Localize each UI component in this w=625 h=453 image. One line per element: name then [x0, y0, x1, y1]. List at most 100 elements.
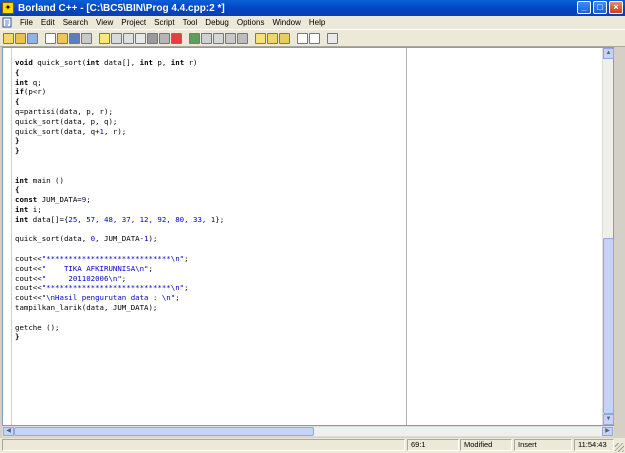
replace-icon[interactable]: [279, 32, 290, 44]
menu-options[interactable]: Options: [233, 18, 269, 27]
code-line[interactable]: [15, 156, 405, 166]
code-line[interactable]: [15, 166, 405, 176]
code-line[interactable]: {: [15, 97, 405, 107]
menu-edit[interactable]: Edit: [37, 18, 59, 27]
code-line[interactable]: cout<<"\nHasil pengurutan data : \n";: [15, 293, 405, 303]
code-line[interactable]: int main (): [15, 176, 405, 186]
code-line[interactable]: {: [15, 68, 405, 78]
maximize-button[interactable]: □: [593, 1, 607, 14]
code-line[interactable]: const JUM_DATA=9;: [15, 195, 405, 205]
minimize-button[interactable]: _: [577, 1, 591, 14]
trace-into-icon[interactable]: [159, 32, 170, 44]
search-again-icon[interactable]: [267, 32, 278, 44]
code-token: int: [15, 77, 29, 87]
code-token: ;: [175, 293, 180, 303]
project-icon[interactable]: [3, 32, 14, 44]
open-file-icon[interactable]: [57, 32, 68, 44]
code-line[interactable]: void quick_sort(int data[], int p, int r…: [15, 58, 405, 68]
code-line[interactable]: int i;: [15, 205, 405, 215]
cut-icon[interactable]: [201, 32, 212, 44]
scroll-down-button[interactable]: ▼: [603, 414, 614, 425]
editor-gutter[interactable]: [3, 48, 12, 425]
code-line[interactable]: }: [15, 332, 405, 342]
code-line[interactable]: tampilkan_larik(data, JUM_DATA);: [15, 303, 405, 313]
menu-file[interactable]: File: [16, 18, 37, 27]
breakpoint-icon[interactable]: [171, 32, 182, 44]
code-text[interactable]: void quick_sort(int data[], int p, int r…: [15, 58, 405, 342]
code-editor[interactable]: void quick_sort(int data[], int p, int r…: [2, 47, 614, 426]
menu-help[interactable]: Help: [305, 18, 329, 27]
code-token: };: [215, 214, 225, 224]
borland-app-icon[interactable]: ✦: [2, 2, 14, 14]
code-token: quick_sort(data, q+: [15, 126, 100, 136]
step-over-icon[interactable]: [147, 32, 158, 44]
code-token: int: [170, 58, 185, 67]
code-line[interactable]: cout<<" TIKA AFKIRUNNISA\n";: [15, 264, 405, 274]
horizontal-scroll-thumb[interactable]: [14, 427, 314, 436]
menu-search[interactable]: Search: [59, 18, 92, 27]
code-line[interactable]: int q;: [15, 78, 405, 88]
open-project-icon[interactable]: [15, 32, 26, 44]
project-window-icon[interactable]: [309, 32, 320, 44]
document-icon[interactable]: [2, 17, 13, 28]
code-token: quick_sort(data, p, q);: [15, 116, 118, 126]
code-line[interactable]: quick_sort(data, q+1, r);: [15, 127, 405, 137]
compile-icon[interactable]: [99, 32, 110, 44]
code-token: if: [15, 87, 24, 97]
code-token: {: [15, 97, 20, 107]
menu-view[interactable]: View: [92, 18, 117, 27]
code-token: {: [15, 67, 20, 77]
message-window-icon[interactable]: [297, 32, 308, 44]
copy-icon[interactable]: [213, 32, 224, 44]
run-icon[interactable]: [135, 32, 146, 44]
code-line[interactable]: cout<<"****************************\n";: [15, 283, 405, 293]
code-line[interactable]: [15, 225, 405, 235]
menu-script[interactable]: Script: [150, 18, 178, 27]
vertical-scrollbar[interactable]: ▲ ▼: [602, 48, 614, 425]
vertical-scroll-thumb[interactable]: [603, 238, 614, 414]
search-icon[interactable]: [255, 32, 266, 44]
menu-debug[interactable]: Debug: [201, 18, 233, 27]
horizontal-scrollbar[interactable]: ◀ ▶: [2, 426, 614, 437]
build-icon[interactable]: [123, 32, 134, 44]
code-line[interactable]: q=partisi(data, p, r);: [15, 107, 405, 117]
help-icon[interactable]: [327, 32, 338, 44]
code-token: cout<<: [15, 253, 42, 263]
new-file-icon[interactable]: [45, 32, 56, 44]
code-line[interactable]: cout<<" 201102006\n";: [15, 274, 405, 284]
scroll-right-button[interactable]: ▶: [602, 427, 613, 436]
code-token: "****************************\n": [41, 253, 185, 263]
code-line[interactable]: [15, 244, 405, 254]
code-line[interactable]: getche ();: [15, 323, 405, 333]
code-line[interactable]: }: [15, 136, 405, 146]
save-file-icon[interactable]: [69, 32, 80, 44]
code-token: " 201102006\n": [41, 273, 122, 283]
code-token: ;: [86, 195, 91, 205]
code-token: const: [15, 195, 38, 205]
window-title: Borland C++ - [C:\BC5\BIN\Prog 4.4.cpp:2…: [18, 2, 225, 14]
scroll-up-button[interactable]: ▲: [603, 48, 614, 59]
code-line[interactable]: quick_sort(data, 0, JUM_DATA-1);: [15, 234, 405, 244]
code-line[interactable]: if(p<r): [15, 87, 405, 97]
delete-icon[interactable]: [237, 32, 248, 44]
code-line[interactable]: {: [15, 185, 405, 195]
code-token: int: [139, 58, 153, 67]
paste-icon[interactable]: [225, 32, 236, 44]
save-project-icon[interactable]: [27, 32, 38, 44]
undo-icon[interactable]: [189, 32, 200, 44]
scroll-left-button[interactable]: ◀: [3, 427, 14, 436]
code-line[interactable]: quick_sort(data, p, q);: [15, 117, 405, 127]
menu-bar: File Edit Search View Project Script Tool Debug…: [0, 16, 625, 29]
code-token: }: [15, 332, 20, 342]
menu-tool[interactable]: Tool: [179, 18, 202, 27]
menu-project[interactable]: Project: [117, 18, 150, 27]
close-button[interactable]: ×: [609, 1, 623, 14]
code-line[interactable]: cout<<"****************************\n";: [15, 254, 405, 264]
resize-grip[interactable]: [615, 443, 624, 452]
code-line[interactable]: [15, 313, 405, 323]
print-icon[interactable]: [81, 32, 92, 44]
code-line[interactable]: }: [15, 146, 405, 156]
make-icon[interactable]: [111, 32, 122, 44]
menu-window[interactable]: Window: [268, 18, 304, 27]
code-line[interactable]: int data[]={25, 57, 48, 37, 12, 92, 80, …: [15, 215, 405, 225]
